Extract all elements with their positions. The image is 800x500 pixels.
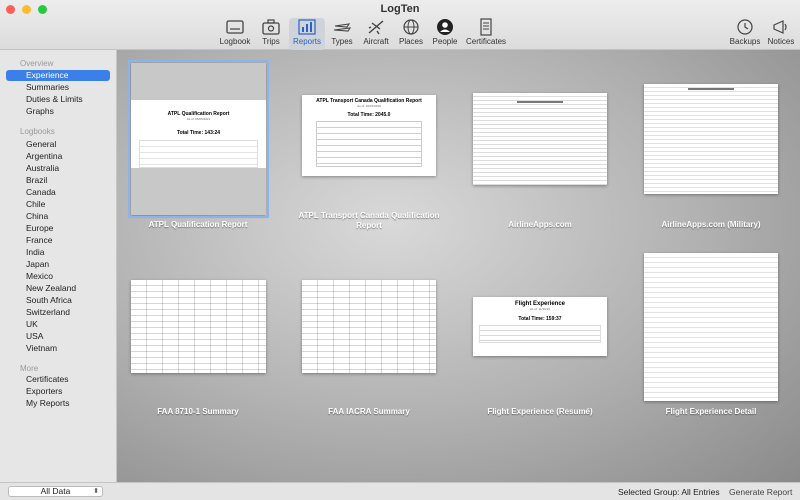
sidebar-item-chile[interactable]: Chile (6, 199, 110, 210)
sidebar-item-australia[interactable]: Australia (6, 163, 110, 174)
sidebar-item-japan[interactable]: Japan (6, 259, 110, 270)
toolbar-notices-button[interactable]: Notices (766, 18, 796, 50)
report-title[interactable]: Flight Experience (Resumé) (460, 407, 620, 417)
reports-gallery: ATPL Qualification Report As of: 05/05/2… (117, 50, 800, 482)
sidebar-section-more: More (20, 364, 39, 373)
report-title[interactable]: FAA 8710-1 Summary (118, 407, 278, 417)
thumb-doc-subtitle: As of: 10/07/2019 (357, 104, 381, 108)
certificate-icon (480, 18, 492, 36)
bottom-bar: All Data ⬍ Selected Group: All Entries G… (0, 482, 800, 500)
report-thumbnail[interactable] (131, 280, 266, 373)
toolbar-types-button[interactable]: Types (329, 18, 355, 50)
report-title[interactable]: ATPL Qualification Report (118, 220, 278, 230)
sidebar-item-argentina[interactable]: Argentina (6, 151, 110, 162)
sidebar-item-summaries[interactable]: Summaries (6, 82, 110, 93)
toolbar-aircraft-button[interactable]: Aircraft (362, 18, 390, 50)
titlebar: LogTen Logbook Trips Reports Types Aircr… (0, 0, 800, 50)
selected-group-status: Selected Group: All Entries (618, 487, 720, 497)
report-thumbnail[interactable]: ATPL Qualification Report As of: 05/05/2… (128, 60, 269, 218)
report-thumbnail[interactable] (644, 253, 778, 401)
report-title[interactable]: AirlineApps.com (460, 220, 620, 230)
generate-report-button[interactable]: Generate Report (729, 487, 792, 497)
sidebar-item-duties-limits[interactable]: Duties & Limits (6, 94, 110, 105)
toolbar-people-button[interactable]: People (432, 18, 458, 50)
person-icon (437, 19, 453, 35)
airplane-icon (368, 20, 384, 35)
chevron-updown-icon: ⬍ (93, 488, 99, 495)
sidebar-item-china[interactable]: China (6, 211, 110, 222)
toolbar-places-button[interactable]: Places (398, 18, 424, 50)
sidebar-item-experience[interactable]: Experience (6, 70, 110, 81)
data-filter-value: All Data (40, 486, 71, 496)
sidebar-section-overview: Overview (20, 59, 54, 68)
sidebar-item-india[interactable]: India (6, 247, 110, 258)
sidebar-section-logbooks: Logbooks (20, 127, 55, 136)
thumb-doc-subtitle: As of: 05/05/2021 (186, 117, 211, 121)
sidebar-item-europe[interactable]: Europe (6, 223, 110, 234)
thumb-doc-total: Total Time: 159:37 (518, 316, 562, 322)
sidebar-item-general[interactable]: General (6, 139, 110, 150)
toolbar-certificates-button[interactable]: Certificates (466, 18, 506, 50)
sidebar-item-vietnam[interactable]: Vietnam (6, 343, 110, 354)
clock-icon (737, 19, 753, 35)
report-title[interactable]: Flight Experience Detail (631, 407, 791, 417)
sidebar-item-mexico[interactable]: Mexico (6, 271, 110, 282)
toolbar-trips-button[interactable]: Trips (259, 18, 283, 50)
sidebar-item-south-africa[interactable]: South Africa (6, 295, 110, 306)
logbook-icon (226, 20, 244, 34)
thumb-doc-total: Total Time: 2045.0 (347, 112, 391, 118)
megaphone-icon (773, 20, 787, 34)
chart-icon (298, 19, 316, 35)
toolbar-reports-button[interactable]: Reports (289, 18, 325, 50)
report-thumbnail[interactable] (302, 280, 436, 373)
report-title[interactable]: AirlineApps.com (Military) (631, 220, 791, 230)
sidebar-item-certificates[interactable]: Certificates (6, 374, 110, 385)
sidebar-item-france[interactable]: France (6, 235, 110, 246)
report-thumbnail[interactable]: ATPL Transport Canada Qualification Repo… (302, 95, 436, 176)
report-thumbnail[interactable]: Flight Experience As of: 11/10/19 Total … (473, 297, 607, 356)
sidebar-item-my-reports[interactable]: My Reports (6, 398, 110, 409)
sidebar-item-usa[interactable]: USA (6, 331, 110, 342)
report-title[interactable]: FAA IACRA Summary (289, 407, 449, 417)
report-thumbnail[interactable] (644, 84, 778, 194)
globe-icon (403, 19, 419, 35)
suitcase-icon (262, 19, 280, 35)
stacked-planes-icon (333, 23, 352, 32)
sidebar: Overview Experience Summaries Duties & L… (0, 50, 117, 482)
sidebar-item-brazil[interactable]: Brazil (6, 175, 110, 186)
sidebar-item-new-zealand[interactable]: New Zealand (6, 283, 110, 294)
sidebar-item-exporters[interactable]: Exporters (6, 386, 110, 397)
window-title: LogTen (380, 3, 420, 15)
toolbar-backups-button[interactable]: Backups (729, 18, 761, 50)
thumb-doc-total: Total Time: 143:24 (176, 130, 221, 136)
thumb-doc-subtitle: As of: 11/10/19 (530, 307, 550, 311)
report-title[interactable]: ATPL Transport Canada Qualification Repo… (289, 211, 449, 231)
toolbar-logbook-button[interactable]: Logbook (218, 18, 252, 50)
sidebar-item-uk[interactable]: UK (6, 319, 110, 330)
sidebar-item-canada[interactable]: Canada (6, 187, 110, 198)
data-filter-popup[interactable]: All Data ⬍ (8, 486, 103, 497)
report-thumbnail[interactable] (473, 93, 607, 185)
sidebar-item-graphs[interactable]: Graphs (6, 106, 110, 117)
sidebar-item-switzerland[interactable]: Switzerland (6, 307, 110, 318)
